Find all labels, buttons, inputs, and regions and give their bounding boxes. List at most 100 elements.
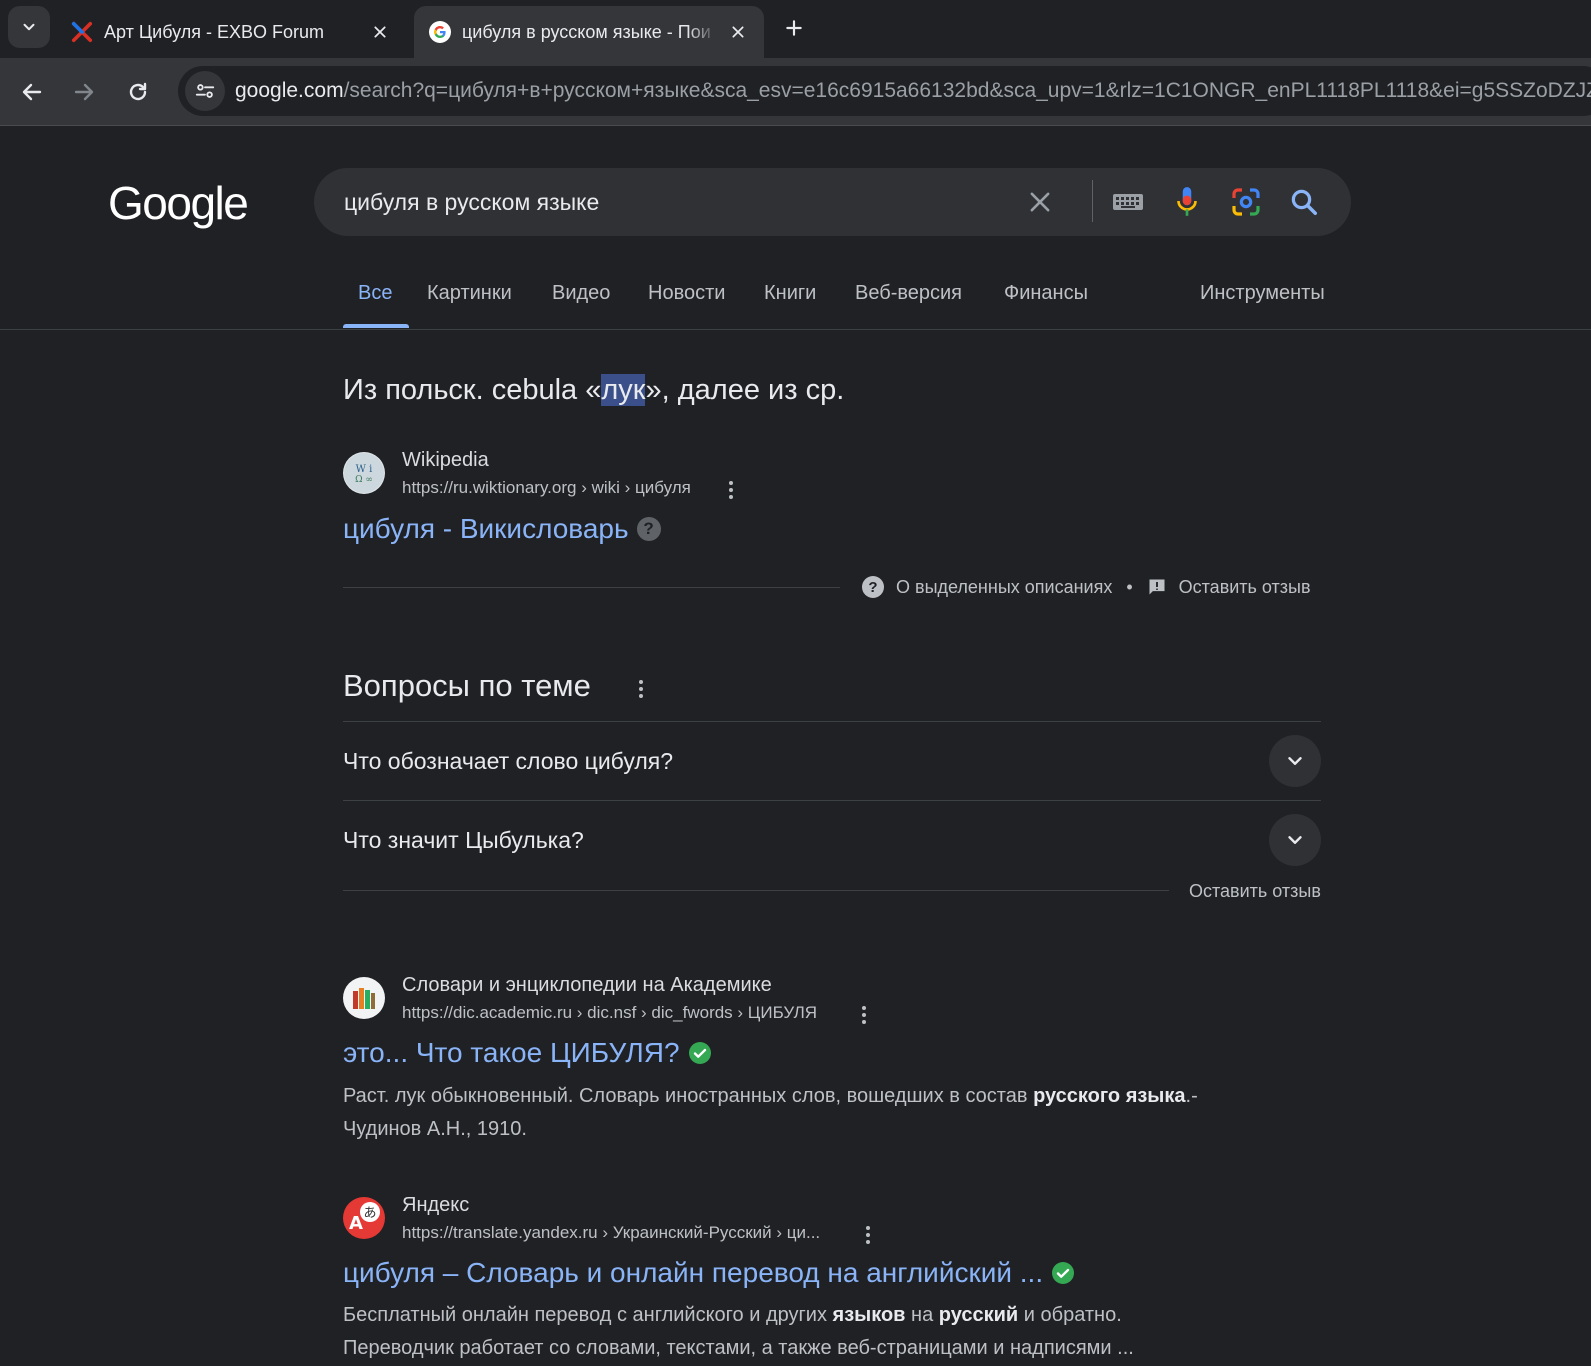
result-site-url[interactable]: https://dic.academic.ru › dic.nsf › dic_… xyxy=(402,1003,817,1023)
verified-check-icon xyxy=(688,1041,712,1065)
search-input[interactable] xyxy=(344,168,1024,236)
more-options-icon[interactable] xyxy=(721,477,741,503)
verified-check-icon xyxy=(1051,1261,1075,1285)
keyboard-icon[interactable] xyxy=(1110,184,1146,220)
snippet-site-name[interactable]: Wikipedia xyxy=(402,449,489,472)
more-options-icon[interactable] xyxy=(631,676,651,702)
snippet-title[interactable]: цибуля - Викисловарь xyxy=(343,513,629,545)
desc-text: .- xyxy=(1185,1085,1198,1107)
result-site-name[interactable]: Яндекс xyxy=(402,1194,469,1217)
arrow-right-icon xyxy=(74,83,94,101)
result-title[interactable]: это... Что такое ЦИБУЛЯ? xyxy=(343,1037,680,1069)
snippet-text-before: Из польск. cebula « xyxy=(343,374,602,406)
forward-button[interactable] xyxy=(64,72,104,112)
chevron-down-icon xyxy=(23,23,35,31)
active-tab-indicator xyxy=(343,324,409,328)
more-options-icon[interactable] xyxy=(858,1222,878,1248)
snippet-result-link[interactable]: цибуля - Викисловарь ? xyxy=(343,513,661,545)
question-text: Что значит Цыбулька? xyxy=(343,827,584,853)
tab-title: Арт Цибуля - EXBO Forum xyxy=(104,21,325,42)
voice-search-icon[interactable] xyxy=(1169,184,1205,220)
tab-search-button[interactable] xyxy=(8,6,50,48)
tab-news[interactable]: Новости xyxy=(648,282,725,305)
google-logo[interactable]: Google xyxy=(108,176,249,230)
about-snippets-link[interactable]: О выделенных описаниях xyxy=(896,577,1112,598)
snippet-highlight: лук xyxy=(601,374,646,406)
feedback-link[interactable]: Оставить отзыв xyxy=(1179,577,1311,598)
tab-video[interactable]: Видео xyxy=(552,282,610,305)
featured-snippet-text: Из польск. cebula «лук», далее из ср. xyxy=(343,374,844,407)
result-description: Раст. лук обыкновенный. Словарь иностран… xyxy=(343,1080,1198,1146)
desc-text: Бесплатный онлайн перевод с английского … xyxy=(343,1304,833,1326)
tab-web[interactable]: Веб-версия xyxy=(855,282,962,305)
result-site-name[interactable]: Словари и энциклопедии на Академике xyxy=(402,974,772,997)
chevron-down-icon xyxy=(1288,757,1302,765)
description-line: Раст. лук обыкновенный. Словарь иностран… xyxy=(343,1080,1198,1113)
divider xyxy=(343,587,840,588)
browser-tab-exbo[interactable]: Арт Цибуля - EXBO Forum xyxy=(56,6,406,58)
close-tab-icon[interactable] xyxy=(368,20,392,44)
desc-bold: русский xyxy=(938,1304,1019,1326)
expand-button[interactable] xyxy=(1269,814,1321,866)
question-text: Что обозначает слово цибуля? xyxy=(343,748,674,774)
browser-tab-google[interactable]: цибуля в русском языке - Пои xyxy=(414,6,764,58)
address-url: google.com/search?q=цибуля+в+русском+язы… xyxy=(235,79,1591,103)
clear-search-icon[interactable] xyxy=(1022,184,1058,220)
address-bar[interactable]: google.com/search?q=цибуля+в+русском+язы… xyxy=(178,66,1591,116)
new-tab-button[interactable] xyxy=(778,12,810,44)
result-description: Бесплатный онлайн перевод с английского … xyxy=(343,1299,1134,1365)
exbo-favicon-icon xyxy=(70,20,94,44)
related-questions-title: Вопросы по теме xyxy=(343,668,591,703)
result-link[interactable]: цибуля – Словарь и онлайн перевод на анг… xyxy=(343,1257,1075,1289)
site-settings-icon[interactable] xyxy=(185,71,225,111)
desc-bold: языков xyxy=(832,1304,906,1326)
back-button[interactable] xyxy=(12,72,52,112)
arrow-left-icon xyxy=(22,83,42,101)
result-link[interactable]: это... Что такое ЦИБУЛЯ? xyxy=(343,1037,712,1069)
search-divider xyxy=(1092,180,1093,222)
chevron-down-icon xyxy=(1288,836,1302,844)
snippet-text-after: », далее из ср. xyxy=(645,374,845,406)
wikipedia-favicon-icon: W iΩ ∞ xyxy=(343,452,385,494)
feedback-icon xyxy=(1147,577,1167,597)
svg-text:W i: W i xyxy=(356,464,373,475)
academic-favicon-icon xyxy=(343,977,385,1019)
description-line: Чудинов А.Н., 1910. xyxy=(343,1118,527,1140)
google-favicon-icon xyxy=(428,20,452,44)
tools-button[interactable]: Инструменты xyxy=(1200,282,1325,305)
yandex-translate-favicon-icon: あA xyxy=(343,1197,385,1239)
browser-toolbar: google.com/search?q=цибуля+в+русском+язы… xyxy=(0,58,1591,126)
close-tab-icon[interactable] xyxy=(726,20,750,44)
url-path: /search?q=цибуля+в+русском+языке&sca_esv… xyxy=(343,79,1591,102)
snippet-footer: ? О выделенных описаниях • Оставить отзы… xyxy=(862,576,1311,598)
reload-icon xyxy=(129,82,147,101)
result-site-url[interactable]: https://translate.yandex.ru › Украинский… xyxy=(402,1223,820,1243)
desc-text: и обратно. xyxy=(1018,1304,1122,1326)
question-item[interactable]: Что значит Цыбулька? xyxy=(343,801,1321,879)
tab-title: цибуля в русском языке - Пои xyxy=(462,21,711,42)
result-title[interactable]: цибуля – Словарь и онлайн перевод на анг… xyxy=(343,1257,1043,1289)
desc-text: на xyxy=(905,1304,939,1326)
svg-text:A: A xyxy=(349,1213,363,1234)
more-options-icon[interactable] xyxy=(854,1002,874,1028)
lens-search-icon[interactable] xyxy=(1228,184,1264,220)
tab-images[interactable]: Картинки xyxy=(427,282,512,305)
url-host: google.com xyxy=(235,79,344,102)
svg-text:あ: あ xyxy=(363,1206,376,1221)
svg-text:Ω ∞: Ω ∞ xyxy=(355,475,373,485)
expand-button[interactable] xyxy=(1269,735,1321,787)
desc-text: Раст. лук обыкновенный. Словарь иностран… xyxy=(343,1085,1034,1107)
search-icon[interactable] xyxy=(1286,184,1322,220)
feedback-link[interactable]: Оставить отзыв xyxy=(1189,881,1321,902)
help-icon[interactable]: ? xyxy=(636,517,661,541)
search-tabs: Все Картинки Видео Новости Книги Веб-вер… xyxy=(0,262,1591,330)
snippet-site-url[interactable]: https://ru.wiktionary.org › wiki › цибул… xyxy=(402,478,691,498)
reload-button[interactable] xyxy=(118,72,158,112)
tab-all[interactable]: Все xyxy=(358,282,392,305)
divider xyxy=(343,890,1169,891)
description-line: Переводчик работает со словами, текстами… xyxy=(343,1337,1134,1359)
tab-books[interactable]: Книги xyxy=(764,282,816,305)
description-line: Бесплатный онлайн перевод с английского … xyxy=(343,1299,1134,1332)
question-item[interactable]: Что обозначает слово цибуля? xyxy=(343,722,1321,800)
tab-finance[interactable]: Финансы xyxy=(1004,282,1088,305)
